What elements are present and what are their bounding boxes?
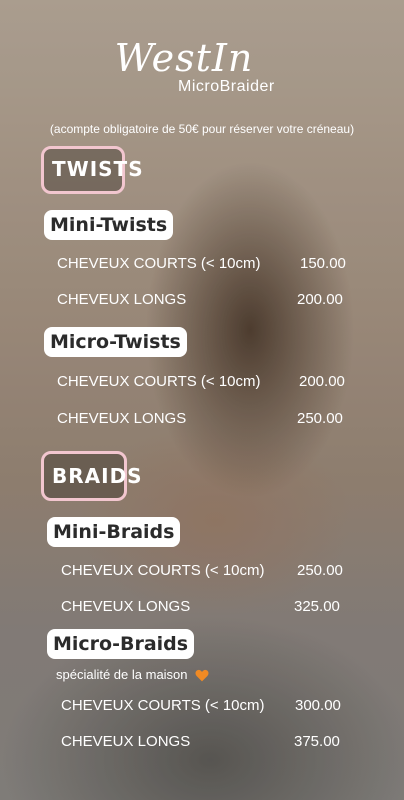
specialty-text: spécialité de la maison — [56, 667, 188, 682]
micro-braids-short-label: CHEVEUX COURTS (< 10cm) — [61, 697, 265, 714]
mini-braids-title: Mini-Braids — [47, 517, 181, 547]
micro-braids-title: Micro-Braids — [47, 629, 195, 659]
section-twists-label: TWISTS — [52, 157, 144, 181]
micro-braids-long-label: CHEVEUX LONGS — [61, 733, 191, 750]
logo: WestIn MicroBraider — [0, 36, 404, 95]
mini-twists-short-price: 150.00 — [300, 255, 346, 272]
logo-name: WestIn — [114, 36, 254, 80]
mini-twists-long-price: 200.00 — [297, 291, 343, 308]
mini-twists-title: Mini-Twists — [44, 210, 174, 240]
deposit-note: (acompte obligatoire de 50€ pour réserve… — [49, 122, 355, 136]
logo-subtitle: MicroBraider — [178, 78, 275, 95]
micro-twists-long-price: 250.00 — [297, 410, 343, 427]
mini-braids-long-price: 325.00 — [294, 598, 340, 615]
mini-braids-long-label: CHEVEUX LONGS — [61, 598, 191, 615]
micro-twists-short-price: 200.00 — [299, 373, 345, 390]
micro-twists-title: Micro-Twists — [44, 327, 187, 357]
mini-twists-short-label: CHEVEUX COURTS (< 10cm) — [57, 255, 261, 272]
micro-twists-long-label: CHEVEUX LONGS — [57, 410, 187, 427]
mini-braids-short-label: CHEVEUX COURTS (< 10cm) — [61, 562, 265, 579]
micro-braids-short-price: 300.00 — [295, 697, 341, 714]
micro-braids-specialty: spécialité de la maison — [56, 667, 209, 682]
micro-twists-short-label: CHEVEUX COURTS (< 10cm) — [57, 373, 261, 390]
mini-twists-long-label: CHEVEUX LONGS — [57, 291, 187, 308]
mini-braids-short-price: 250.00 — [297, 562, 343, 579]
orange-heart-icon — [195, 669, 209, 682]
section-braids-label: BRAIDS — [52, 464, 143, 488]
micro-braids-long-price: 375.00 — [294, 733, 340, 750]
